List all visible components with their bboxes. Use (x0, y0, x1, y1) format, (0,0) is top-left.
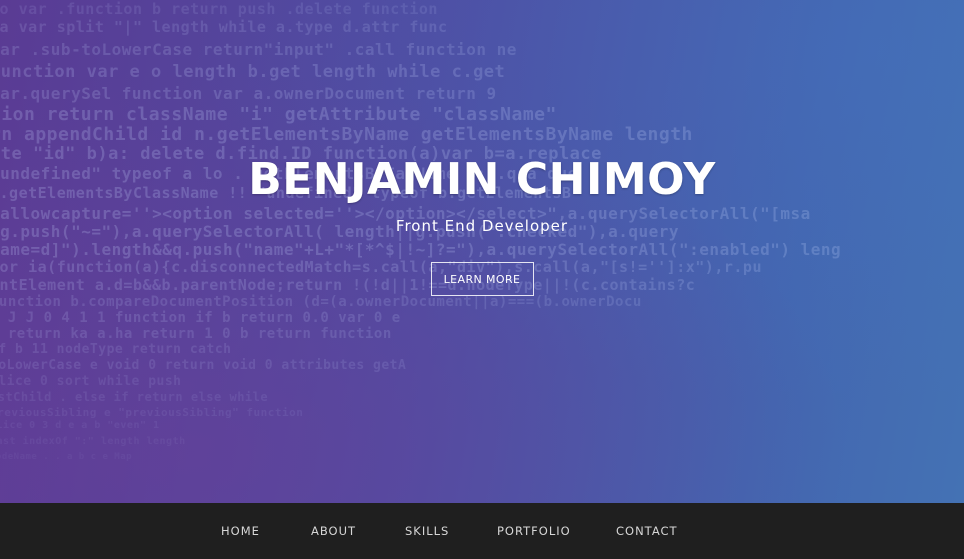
hero-content: BENJAMIN CHIMOY Front End Developer LEAR… (0, 150, 964, 296)
bottom-navbar: HOME ABOUT SKILLS PORTFOLIO CONTACT (0, 503, 964, 559)
learn-more-button[interactable]: LEARN MORE (430, 262, 534, 296)
nav-item-contact[interactable]: CONTACT (616, 503, 678, 559)
nav-item-about[interactable]: ABOUT (311, 503, 356, 559)
hero-title: BENJAMIN CHIMOY (248, 154, 716, 205)
nav-item-home[interactable]: HOME (221, 503, 260, 559)
hero-subtitle: Front End Developer (395, 217, 569, 235)
nav-item-portfolio[interactable]: PORTFOLIO (497, 503, 571, 559)
nav-item-skills[interactable]: SKILLS (405, 503, 449, 559)
hero-section: go var .function b return push .delete f… (0, 0, 964, 503)
